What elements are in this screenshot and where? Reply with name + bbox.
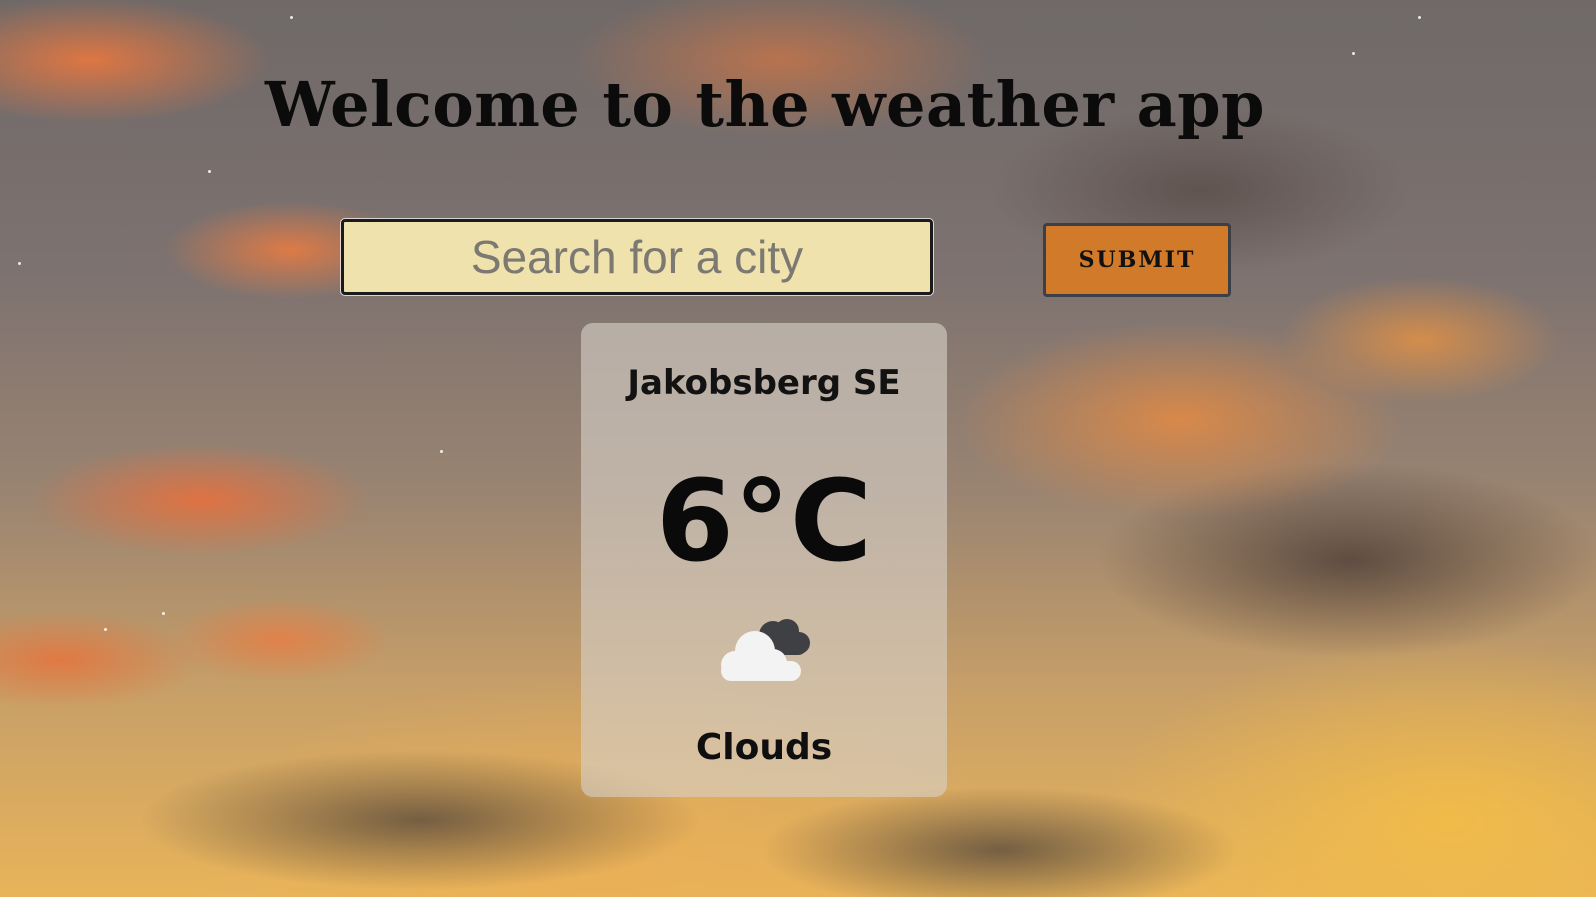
temperature: 6°C [655, 457, 873, 587]
star [162, 612, 165, 615]
clouds-icon [711, 613, 817, 693]
star [440, 450, 443, 453]
star [1352, 52, 1355, 55]
page-title: Welcome to the weather app [265, 68, 1265, 141]
city-name: Jakobsberg SE [627, 363, 901, 403]
submit-button[interactable]: SUBMIT [1043, 223, 1231, 297]
star [18, 262, 21, 265]
weather-card: Jakobsberg SE 6°C Clouds [581, 323, 947, 797]
star [290, 16, 293, 19]
star [104, 628, 107, 631]
weather-description: Clouds [695, 727, 833, 768]
search-input[interactable] [340, 218, 934, 296]
star [1418, 16, 1421, 19]
star [208, 170, 211, 173]
